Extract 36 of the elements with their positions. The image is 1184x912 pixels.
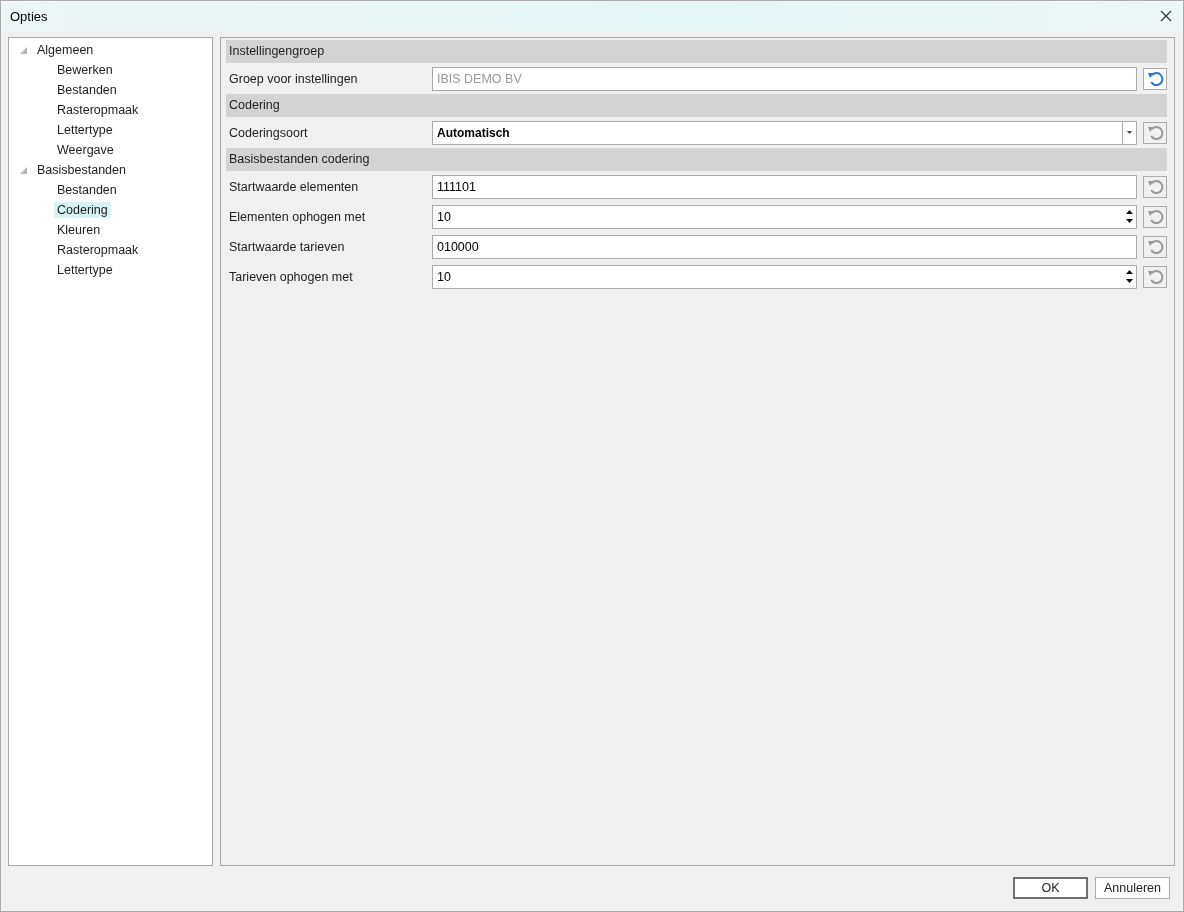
field-label: Startwaarde elementen xyxy=(228,179,360,194)
tree-item[interactable]: Kleuren xyxy=(54,221,104,238)
tree-item[interactable]: Rasteropmaak xyxy=(54,241,142,258)
field-label: Startwaarde tarieven xyxy=(228,239,346,254)
input-field[interactable]: 010000 xyxy=(432,234,1137,259)
field-label: Tarieven ophogen met xyxy=(228,269,354,284)
undo-icon xyxy=(1146,123,1164,142)
tree-item[interactable]: Codering xyxy=(54,201,111,218)
section-header: Codering xyxy=(226,93,1167,117)
undo-icon xyxy=(1146,69,1164,88)
tree-item[interactable]: Rasteropmaak xyxy=(54,101,142,118)
undo-icon xyxy=(1146,267,1164,286)
undo-icon xyxy=(1146,177,1164,196)
tree-item[interactable]: Algemeen xyxy=(34,41,97,58)
dropdown-field[interactable]: Automatisch xyxy=(432,120,1122,145)
section-header: Basisbestanden codering xyxy=(226,147,1167,171)
tree-item[interactable]: Bewerken xyxy=(54,61,116,78)
window-title: Opties xyxy=(10,8,48,24)
dropdown-arrow-icon xyxy=(1127,131,1132,135)
tree-item[interactable]: Lettertype xyxy=(54,121,116,138)
ok-button[interactable]: OK xyxy=(1013,877,1088,900)
input-field[interactable]: 111101 xyxy=(432,174,1137,199)
field-label: Elementen ophogen met xyxy=(228,209,367,224)
cancel-button[interactable]: Annuleren xyxy=(1095,877,1170,900)
section-header: Instellingengroep xyxy=(226,39,1167,63)
field-label: Groep voor instellingen xyxy=(228,71,359,86)
dropdown-button[interactable] xyxy=(1122,120,1137,145)
tree-item[interactable]: Bestanden xyxy=(54,181,120,198)
tree-item[interactable]: Basisbestanden xyxy=(34,161,129,178)
undo-icon xyxy=(1146,207,1164,226)
tree-item[interactable]: Bestanden xyxy=(54,81,120,98)
field-label: Coderingsoort xyxy=(228,125,309,140)
tree-item[interactable]: Weergave xyxy=(54,141,117,158)
undo-icon xyxy=(1146,237,1164,256)
tree-item[interactable]: Lettertype xyxy=(54,261,116,278)
close-icon xyxy=(1160,10,1172,23)
